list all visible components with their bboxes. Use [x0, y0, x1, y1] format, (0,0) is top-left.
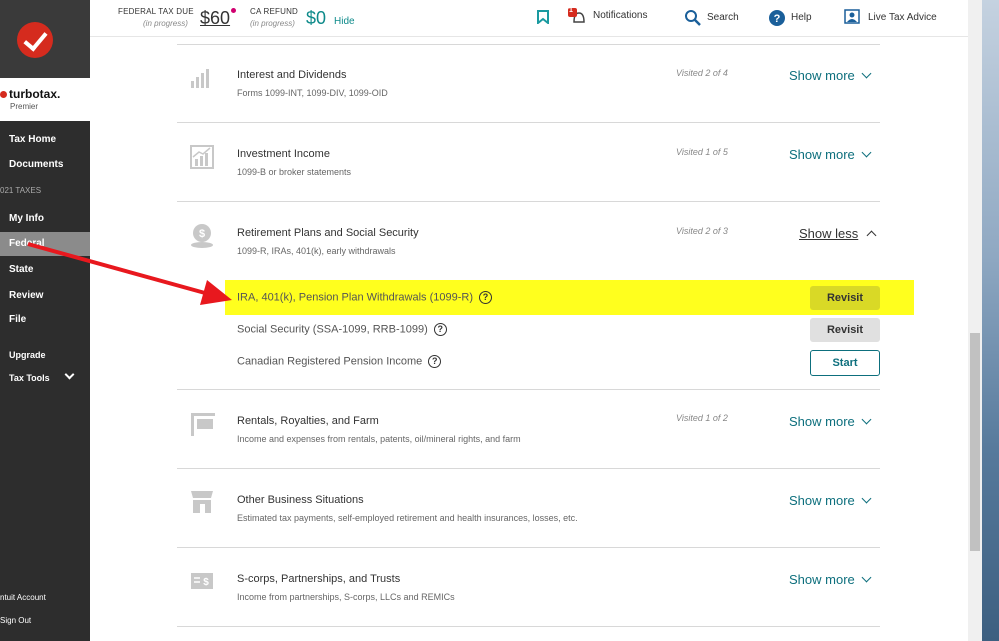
- show-less-button[interactable]: Show less: [799, 226, 877, 241]
- chevron-down-icon: [861, 414, 872, 425]
- section-title: Investment Income: [237, 148, 330, 160]
- hide-link[interactable]: Hide: [334, 16, 355, 27]
- divider: [177, 626, 880, 627]
- revisit-button[interactable]: Revisit: [810, 286, 880, 310]
- chevron-down-icon: [861, 147, 872, 158]
- divider: [177, 468, 880, 469]
- money-bag-icon: $: [191, 224, 213, 248]
- svg-text:$: $: [203, 577, 209, 588]
- subitem-social-security[interactable]: Social Security (SSA-1099, RRB-1099)?: [237, 323, 447, 336]
- top-header: FEDERAL TAX DUE (in progress) $60 CA REF…: [90, 0, 968, 37]
- visited-status: Visited 2 of 4: [676, 68, 728, 78]
- sidebar-section-label: 021 TAXES: [0, 186, 42, 195]
- brand-block: turbotax. Premier: [0, 78, 90, 121]
- divider: [177, 389, 880, 390]
- start-button[interactable]: Start: [810, 350, 880, 376]
- vertical-scrollbar[interactable]: [968, 0, 982, 641]
- divider: [177, 122, 880, 123]
- revisit-button[interactable]: Revisit: [810, 318, 880, 342]
- search-icon[interactable]: [685, 10, 701, 26]
- turbotax-check-logo-icon[interactable]: [17, 22, 53, 58]
- visited-status: Visited 1 of 5: [676, 147, 728, 157]
- section-desc: Income and expenses from rentals, patent…: [237, 434, 521, 444]
- search-link[interactable]: Search: [707, 12, 739, 23]
- bar-chart-icon: [191, 69, 209, 88]
- chevron-down-icon: [861, 572, 872, 583]
- ca-refund-label: CA REFUND: [250, 7, 299, 16]
- rental-sign-icon: [191, 413, 215, 436]
- subitem-canadian-pension[interactable]: Canadian Registered Pension Income?: [237, 355, 442, 368]
- section-desc: 1099-B or broker statements: [237, 167, 352, 177]
- live-advice-icon[interactable]: [844, 9, 860, 24]
- live-tax-advice-link[interactable]: Live Tax Advice: [868, 12, 937, 23]
- storefront-icon: [191, 491, 213, 513]
- section-title: Rentals, Royalties, and Farm: [237, 415, 379, 427]
- subitem-ira-401k[interactable]: IRA, 401(k), Pension Plan Withdrawals (1…: [237, 291, 492, 304]
- federal-tax-value[interactable]: $60: [200, 8, 230, 29]
- help-question-icon[interactable]: ?: [433, 323, 447, 336]
- section-title: Retirement Plans and Social Security: [237, 227, 419, 239]
- section-desc: Income from partnerships, S-corps, LLCs …: [237, 592, 455, 602]
- show-more-button[interactable]: Show more: [789, 572, 872, 587]
- section-title: Other Business Situations: [237, 494, 364, 506]
- section-desc: Forms 1099-INT, 1099-DIV, 1099-OID: [237, 88, 388, 98]
- section-desc: Estimated tax payments, self-employed re…: [237, 513, 578, 523]
- federal-tax-label: FEDERAL TAX DUE: [118, 7, 194, 16]
- divider: [177, 547, 880, 548]
- section-title: Interest and Dividends: [237, 69, 347, 81]
- help-question-icon[interactable]: ?: [478, 291, 492, 304]
- svg-text:$: $: [199, 228, 205, 240]
- notifications-link[interactable]: Notifications: [593, 10, 647, 21]
- desktop-background: [982, 0, 999, 641]
- chevron-down-icon: [861, 493, 872, 504]
- section-desc: 1099-R, IRAs, 401(k), early withdrawals: [237, 246, 396, 256]
- notification-count: 1: [569, 7, 573, 14]
- divider: [177, 201, 880, 202]
- sidebar: turbotax. Premier Tax Home Documents 021…: [0, 0, 90, 641]
- show-more-button[interactable]: Show more: [789, 68, 872, 83]
- ca-refund-value[interactable]: $0: [306, 8, 326, 29]
- investment-chart-icon: [190, 145, 214, 169]
- sidebar-item-federal[interactable]: Federal: [0, 232, 90, 256]
- scrollbar-thumb[interactable]: [970, 333, 980, 551]
- bookmark-icon[interactable]: [537, 10, 549, 24]
- federal-dot-icon: [231, 8, 236, 13]
- show-more-button[interactable]: Show more: [789, 493, 872, 508]
- visited-status: Visited 1 of 2: [676, 413, 728, 423]
- ca-progress: (in progress): [250, 19, 295, 28]
- help-icon[interactable]: ?: [769, 10, 785, 26]
- divider: [177, 44, 880, 45]
- sidebar-header: [0, 0, 90, 78]
- brand-dot-icon: [0, 91, 7, 98]
- brand-edition: Premier: [10, 102, 39, 111]
- chevron-down-icon: [64, 369, 75, 380]
- chevron-up-icon: [866, 230, 877, 241]
- show-more-button[interactable]: Show more: [789, 147, 872, 162]
- show-more-button[interactable]: Show more: [789, 414, 872, 429]
- brand-name: turbotax.: [0, 87, 60, 101]
- visited-status: Visited 2 of 3: [676, 226, 728, 236]
- help-link[interactable]: Help: [791, 12, 812, 23]
- federal-progress: (in progress): [143, 19, 188, 28]
- svg-text:?: ?: [774, 13, 781, 25]
- money-bill-icon: $: [191, 573, 213, 589]
- help-question-icon[interactable]: ?: [428, 355, 442, 368]
- chevron-down-icon: [861, 68, 872, 79]
- section-title: S-corps, Partnerships, and Trusts: [237, 573, 401, 585]
